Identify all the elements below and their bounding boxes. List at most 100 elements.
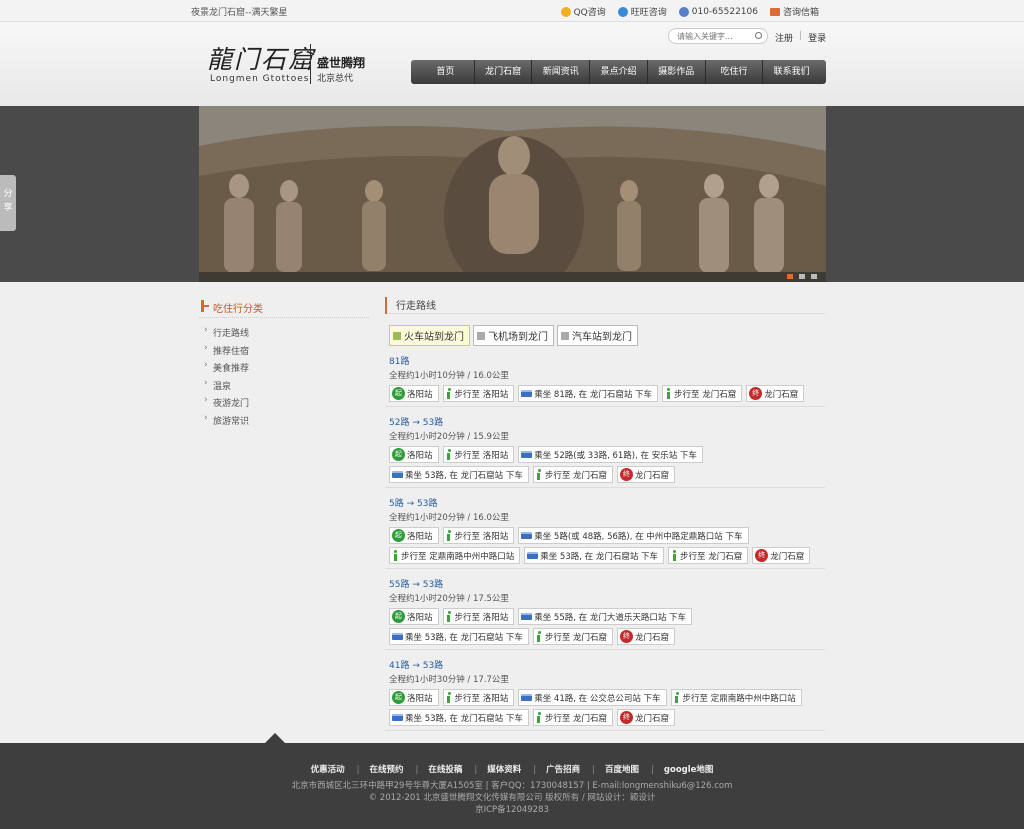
search-input[interactable] [669, 29, 749, 43]
route-step-text: 步行至 洛阳站 [454, 450, 509, 461]
nav-photography[interactable]: 摄影作品 [648, 60, 706, 84]
route-info: 全程约1小时20分钟 / 17.5公里 [389, 594, 509, 604]
route-step-text: 乘坐 53路, 在 龙门石窟站 下车 [405, 470, 523, 481]
start-icon: 起 [392, 387, 405, 400]
tab-airport[interactable]: 飞机场到龙门 [473, 325, 554, 346]
start-icon: 起 [392, 691, 405, 704]
nav-home[interactable]: 首页 [417, 60, 475, 84]
route-step-start: 起洛阳站 [389, 385, 439, 402]
share-char-2: 享 [3, 203, 13, 213]
bus-icon [392, 471, 403, 478]
register-link[interactable]: 注册 [775, 31, 793, 44]
mail-icon [769, 7, 780, 16]
share-char-1: 分 [3, 189, 13, 199]
banner-dot-3[interactable] [811, 274, 817, 279]
route-name[interactable]: 41路 → 53路 [389, 658, 825, 671]
footer-address: 北京市西城区北三环中路甲29号华尊大厦A1505室 | 客户QQ：1730048… [291, 781, 733, 791]
route-step-walk: 步行至 龙门石窟 [532, 709, 614, 726]
route-step-start: 起洛阳站 [389, 527, 439, 544]
tab-label: 汽车站到龙门 [572, 332, 632, 343]
walk-icon [446, 611, 453, 622]
route-name[interactable]: 5路 → 53路 [389, 496, 825, 509]
footer-link-promotions[interactable]: 优惠活动 [311, 765, 345, 775]
route-step-text: 乘坐 53路, 在 龙门石窟站 下车 [405, 713, 523, 724]
nav-contact[interactable]: 联系我们 [763, 60, 820, 84]
walk-icon [446, 530, 453, 541]
qq-consult-link[interactable]: QQ咨询 [560, 5, 606, 18]
route-step-end: 终龙门石窟 [746, 385, 805, 402]
login-link[interactable]: 登录 [808, 31, 826, 44]
nav-news[interactable]: 新闻资讯 [532, 60, 591, 84]
route-name[interactable]: 81路 [389, 354, 825, 367]
footer-link-google-map[interactable]: google地图 [651, 765, 713, 775]
route-name[interactable]: 52路 → 53路 [389, 415, 825, 428]
nav-attractions[interactable]: 景点介绍 [590, 60, 648, 84]
sidebar-item-food[interactable]: 美食推荐 [199, 360, 369, 379]
qq-icon [560, 6, 571, 17]
route-step-end: 终龙门石窟 [752, 547, 811, 564]
main-title: 行走路线 [385, 297, 825, 314]
footer-icp: 京ICP备12049283 [475, 805, 549, 815]
end-icon: 终 [620, 468, 634, 481]
route-step-end: 终龙门石窟 [617, 709, 676, 726]
bus-icon [392, 714, 403, 721]
route-tabs: 火车站到龙门 飞机场到龙门 汽车站到龙门 [385, 325, 825, 346]
walk-icon [446, 692, 453, 703]
end-icon: 终 [755, 549, 769, 562]
phone-icon [678, 6, 689, 17]
route-step-text: 步行至 龙门石窟 [544, 713, 608, 724]
footer-link-submit[interactable]: 在线投稿 [415, 765, 462, 775]
footer-link-baidu-map[interactable]: 百度地图 [592, 765, 639, 775]
sidebar-item-hot-spring[interactable]: 温泉 [199, 378, 369, 397]
nav-food-lodging-travel[interactable]: 吃住行 [706, 60, 764, 84]
route-step-text: 乘坐 81路, 在 龙门石窟站 下车 [534, 389, 653, 400]
top-links: QQ咨询 旺旺咨询 010-65522106 咨询信箱 [560, 5, 819, 18]
sidebar-item-walking-routes[interactable]: 行走路线 [199, 325, 369, 344]
sidebar-title: 吃住行分类 [199, 300, 369, 318]
tab-train-station[interactable]: 火车站到龙门 [389, 325, 470, 346]
footer-link-booking[interactable]: 在线预约 [357, 765, 404, 775]
route-step-walk: 步行至 洛阳站 [442, 689, 515, 706]
site-logo[interactable]: 龍门石窟 Longmen Gtottoes 盛世腾翔 北京总代 [207, 40, 377, 90]
route-block: 41路 → 53路 全程约1小时30分钟 / 17.7公里起洛阳站 步行至 洛阳站乘… [385, 658, 825, 731]
route-steps: 起洛阳站 步行至 洛阳站 乘坐 52路(或 33路, 61路), 在 安乐站 下车乘… [389, 446, 825, 483]
tab-bus-station[interactable]: 汽车站到龙门 [557, 325, 638, 346]
wangwang-consult-link[interactable]: 旺旺咨询 [617, 5, 667, 18]
end-icon: 终 [620, 711, 634, 724]
sidebar-list: 行走路线 推荐住宿 美食推荐 温泉 夜游龙门 旅游常识 [199, 325, 369, 432]
share-tab[interactable]: 分 享 [0, 175, 16, 231]
end-icon: 终 [749, 387, 763, 400]
sidebar: 吃住行分类 行走路线 推荐住宿 美食推荐 温泉 夜游龙门 旅游常识 [199, 300, 369, 431]
footer-link-ads[interactable]: 广告招商 [533, 765, 580, 775]
walk-icon [674, 692, 681, 703]
route-steps: 起洛阳站 步行至 洛阳站 乘坐 81路, 在 龙门石窟站 下车 步行至 龙门石窟终龙门… [389, 385, 825, 402]
logo-chinese: 龍门石窟 [207, 45, 316, 74]
route-block: 52路 → 53路 全程约1小时20分钟 / 15.9公里起洛阳站 步行至 洛阳站乘… [385, 415, 825, 488]
sidebar-item-travel-tips[interactable]: 旅游常识 [199, 413, 369, 432]
wangwang-icon [617, 6, 628, 17]
route-name[interactable]: 55路 → 53路 [389, 577, 825, 590]
banner-dot-1[interactable] [787, 274, 793, 279]
route-block: 5路 → 53路 全程约1小时20分钟 / 16.0公里起洛阳站 步行至 洛阳站 乘坐… [385, 496, 825, 569]
banner-dot-2[interactable] [799, 274, 805, 279]
route-step-walk: 步行至 洛阳站 [442, 608, 515, 625]
route-step-bus: 乘坐 81路, 在 龙门石窟站 下车 [518, 385, 659, 402]
route-step-text: 步行至 龙门石窟 [680, 551, 743, 562]
start-icon: 起 [392, 610, 405, 623]
search-icon[interactable] [755, 32, 762, 39]
bus-icon [521, 694, 533, 701]
tab-label: 火车站到龙门 [404, 332, 464, 343]
footer: 优惠活动 在线预约 在线投稿 媒体资料 广告招商 百度地图 google地图 北京市西城区北… [0, 733, 1024, 829]
mail-consult-link[interactable]: 咨询信箱 [769, 5, 819, 18]
route-block: 81路 全程约1小时10分钟 / 16.0公里起洛阳站 步行至 洛阳站 乘坐 81路,… [385, 354, 825, 407]
sidebar-item-lodging[interactable]: 推荐住宿 [199, 343, 369, 362]
route-step-start: 起洛阳站 [389, 446, 439, 463]
route-step-text: 步行至 洛阳站 [454, 531, 509, 542]
sidebar-item-night-tour[interactable]: 夜游龙门 [199, 395, 369, 414]
walk-icon [536, 469, 543, 480]
bus-icon [527, 552, 539, 559]
logo-english: Longmen Gtottoes [210, 74, 310, 84]
nav-longmen-grottoes[interactable]: 龙门石窟 [475, 60, 533, 84]
account-divider: | [799, 31, 803, 41]
footer-link-media[interactable]: 媒体资料 [474, 765, 521, 775]
